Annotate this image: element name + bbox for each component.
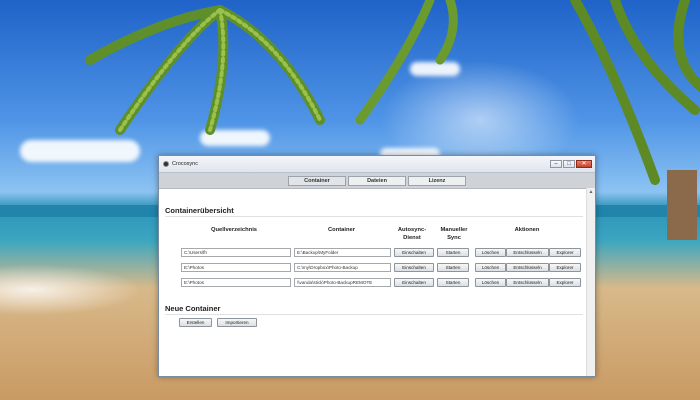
autosync-enable-button[interactable]: Einschalten: [394, 248, 434, 257]
divider: [165, 216, 583, 217]
source-path-field[interactable]: E:\Photos: [181, 278, 291, 287]
close-button[interactable]: ✕: [576, 160, 592, 168]
explorer-button[interactable]: Explorer: [549, 278, 581, 287]
source-path-field[interactable]: E:\Photos: [181, 263, 291, 272]
wave: [0, 260, 160, 320]
sync-start-button[interactable]: Starten: [437, 278, 469, 287]
tab-container[interactable]: Container: [288, 175, 346, 186]
divider: [165, 314, 583, 315]
window-title: Crocosync: [172, 161, 198, 167]
header-autosync: Autosync- Dienst: [391, 227, 433, 242]
minimize-button[interactable]: –: [550, 160, 562, 168]
title-bar[interactable]: Crocosync – □ ✕: [159, 156, 595, 173]
import-container-button[interactable]: Importieren: [217, 318, 257, 327]
header-manual-line1: Manueller: [440, 227, 468, 233]
container-path-field[interactable]: C:\my\Dropbox\Photo-Backup: [294, 263, 391, 272]
palm-leaves-left: [85, 5, 325, 135]
decrypt-button[interactable]: Entschlüsseln: [506, 278, 549, 287]
header-container: Container: [327, 227, 356, 233]
vertical-scrollbar[interactable]: ▲: [586, 188, 595, 376]
decrypt-button[interactable]: Entschlüsseln: [506, 248, 549, 257]
decrypt-button[interactable]: Entschlüsseln: [506, 263, 549, 272]
cloud: [20, 140, 140, 162]
header-autosync-line2: Dienst: [403, 234, 421, 241]
maximize-button[interactable]: □: [563, 160, 575, 168]
container-path-field[interactable]: \\vanda\stick\Photo-BackupREMOTE: [294, 278, 391, 287]
sync-start-button[interactable]: Starten: [437, 248, 469, 257]
header-actions: Aktionen: [514, 227, 540, 233]
header-autosync-line1: Autosync-: [397, 227, 427, 233]
delete-button[interactable]: Löschen: [475, 248, 506, 257]
section-title-overview: Containerübersicht: [165, 206, 234, 215]
tab-dateien[interactable]: Dateien: [348, 175, 406, 186]
app-logo-icon: [163, 161, 169, 167]
tab-lizenz[interactable]: Lizenz: [408, 175, 466, 186]
sync-start-button[interactable]: Starten: [437, 263, 469, 272]
palm-leaves-center: [355, 0, 458, 125]
header-manual-sync: Manueller Sync: [434, 227, 474, 242]
autosync-enable-button[interactable]: Einschalten: [394, 278, 434, 287]
scroll-up-icon[interactable]: ▲: [587, 188, 595, 196]
app-window: Crocosync – □ ✕ Container Dateien Lizenz…: [158, 155, 596, 377]
header-source: Quellverzeichnis: [210, 227, 258, 233]
section-title-new-container: Neue Container: [165, 304, 221, 313]
explorer-button[interactable]: Explorer: [549, 248, 581, 257]
delete-button[interactable]: Löschen: [475, 278, 506, 287]
tab-bar: Container Dateien Lizenz: [159, 173, 595, 189]
header-manual-line2: Sync: [447, 234, 461, 241]
source-path-field[interactable]: C:\Users\fh: [181, 248, 291, 257]
explorer-button[interactable]: Explorer: [549, 263, 581, 272]
create-container-button[interactable]: Erstellen: [179, 318, 212, 327]
container-path-field[interactable]: E:\Backup\MyFolder: [294, 248, 391, 257]
delete-button[interactable]: Löschen: [475, 263, 506, 272]
autosync-enable-button[interactable]: Einschalten: [394, 263, 434, 272]
